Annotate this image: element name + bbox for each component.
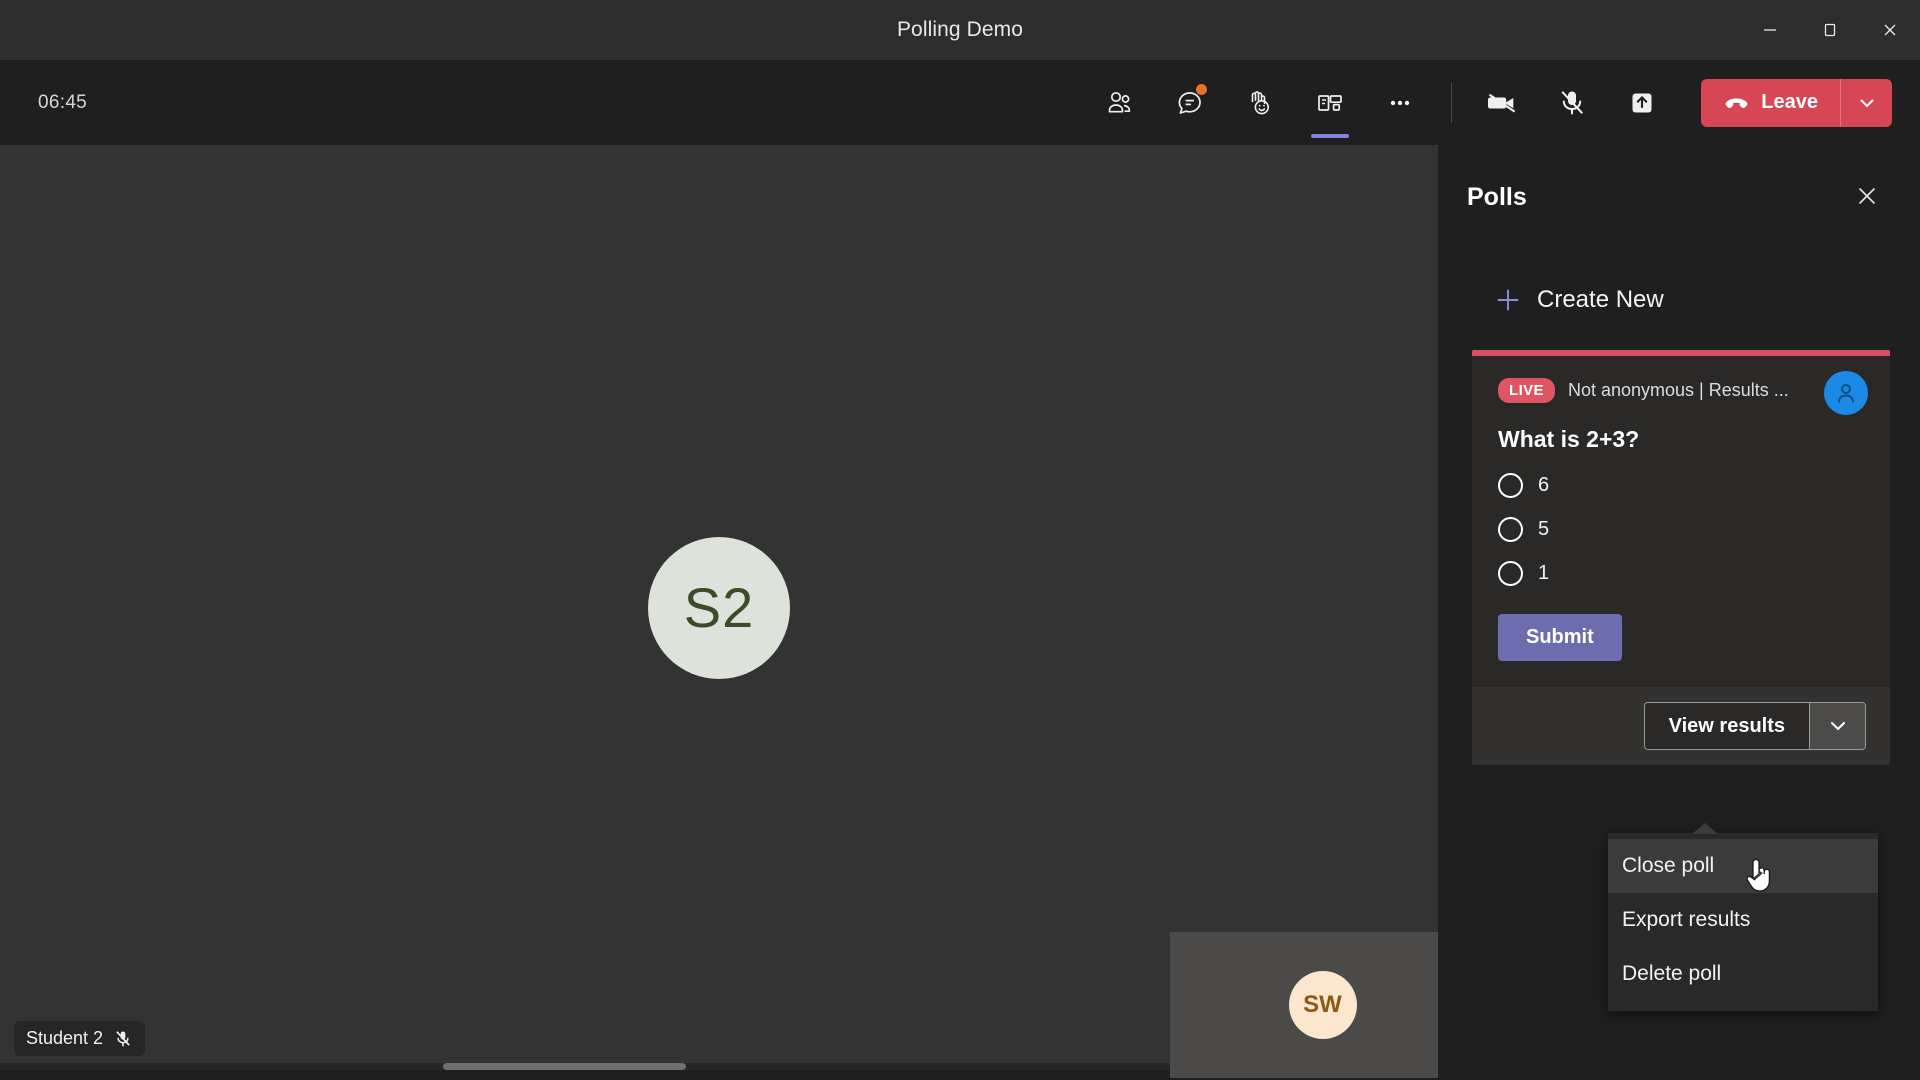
mic-off-icon	[113, 1029, 133, 1049]
hangup-icon	[1723, 89, 1750, 116]
leave-button-label: Leave	[1761, 91, 1818, 114]
create-new-poll-label: Create New	[1537, 286, 1664, 314]
submit-button[interactable]: Submit	[1498, 614, 1622, 661]
poll-option-label: 1	[1538, 562, 1549, 585]
window-controls	[1740, 0, 1920, 60]
poll-options-list: 6 5 1	[1498, 473, 1866, 586]
poll-card-footer: View results	[1472, 687, 1890, 765]
people-icon[interactable]	[1091, 75, 1149, 131]
leave-button[interactable]: Leave	[1701, 79, 1840, 127]
avatar: S2	[648, 537, 790, 679]
apps-active-indicator	[1311, 134, 1349, 138]
close-icon[interactable]	[1848, 177, 1886, 215]
view-results-button-group: View results	[1644, 702, 1866, 750]
poll-option[interactable]: 5	[1498, 517, 1866, 542]
chevron-down-icon	[1857, 93, 1877, 113]
radio-icon[interactable]	[1498, 561, 1523, 586]
person-icon	[1833, 380, 1859, 406]
share-icon[interactable]	[1613, 75, 1671, 131]
meeting-timer: 06:45	[38, 92, 87, 114]
poll-author-avatar	[1824, 371, 1868, 415]
view-results-dropdown-button[interactable]	[1809, 703, 1865, 749]
meeting-call-controls: Leave	[1467, 60, 1892, 145]
participant-thumbnail-tile[interactable]: SW	[1170, 932, 1475, 1078]
chat-unread-badge	[1196, 84, 1207, 95]
reactions-icon[interactable]	[1231, 75, 1289, 131]
poll-meta-row: LIVE Not anonymous | Results ...	[1498, 378, 1866, 403]
mic-off-icon[interactable]	[1543, 75, 1601, 131]
poll-card-body: LIVE Not anonymous | Results ... What is…	[1472, 356, 1890, 687]
toolbar-divider	[1451, 83, 1452, 123]
meeting-toolbar-center	[1085, 60, 1468, 145]
radio-icon[interactable]	[1498, 473, 1523, 498]
maximize-icon[interactable]	[1800, 0, 1860, 60]
poll-option-label: 6	[1538, 474, 1549, 497]
poll-meta-text: Not anonymous | Results ...	[1568, 380, 1789, 401]
poll-card: LIVE Not anonymous | Results ... What is…	[1472, 350, 1890, 765]
menu-pointer-arrow	[1692, 823, 1718, 834]
chat-icon[interactable]	[1161, 75, 1219, 131]
teams-meeting-window: Polling Demo 06:45	[0, 0, 1920, 1080]
more-options-icon[interactable]	[1371, 75, 1429, 131]
poll-question: What is 2+3?	[1498, 426, 1866, 453]
leave-dropdown-button[interactable]	[1840, 79, 1892, 127]
page-title: Polls	[1467, 183, 1527, 212]
apps-icon[interactable]	[1301, 75, 1359, 131]
meeting-toolbar: 06:45	[0, 60, 1920, 145]
participant-name: Student 2	[26, 1028, 103, 1049]
close-icon[interactable]	[1860, 0, 1920, 60]
camera-off-icon[interactable]	[1473, 75, 1531, 131]
view-results-button[interactable]: View results	[1645, 703, 1809, 749]
poll-option[interactable]: 6	[1498, 473, 1866, 498]
leave-button-group: Leave	[1701, 79, 1892, 127]
menu-item-export-results[interactable]: Export results	[1608, 893, 1878, 947]
radio-icon[interactable]	[1498, 517, 1523, 542]
create-new-poll-button[interactable]: Create New	[1495, 286, 1920, 314]
poll-option-label: 5	[1538, 518, 1549, 541]
chevron-down-icon	[1827, 715, 1849, 737]
window-title: Polling Demo	[897, 18, 1023, 42]
polls-panel-header: Polls	[1438, 145, 1920, 250]
title-bar: Polling Demo	[0, 0, 1920, 60]
status-badge: LIVE	[1498, 378, 1555, 403]
participant-name-pill: Student 2	[14, 1021, 145, 1056]
menu-item-close-poll[interactable]: Close poll	[1608, 839, 1878, 893]
menu-item-delete-poll[interactable]: Delete poll	[1608, 947, 1878, 1001]
poll-option[interactable]: 1	[1498, 561, 1866, 586]
stage-scrollbar[interactable]	[443, 1063, 686, 1070]
avatar: SW	[1289, 971, 1357, 1039]
poll-options-menu: Close poll Export results Delete poll	[1608, 833, 1878, 1011]
minimize-icon[interactable]	[1740, 0, 1800, 60]
plus-icon	[1495, 287, 1521, 313]
